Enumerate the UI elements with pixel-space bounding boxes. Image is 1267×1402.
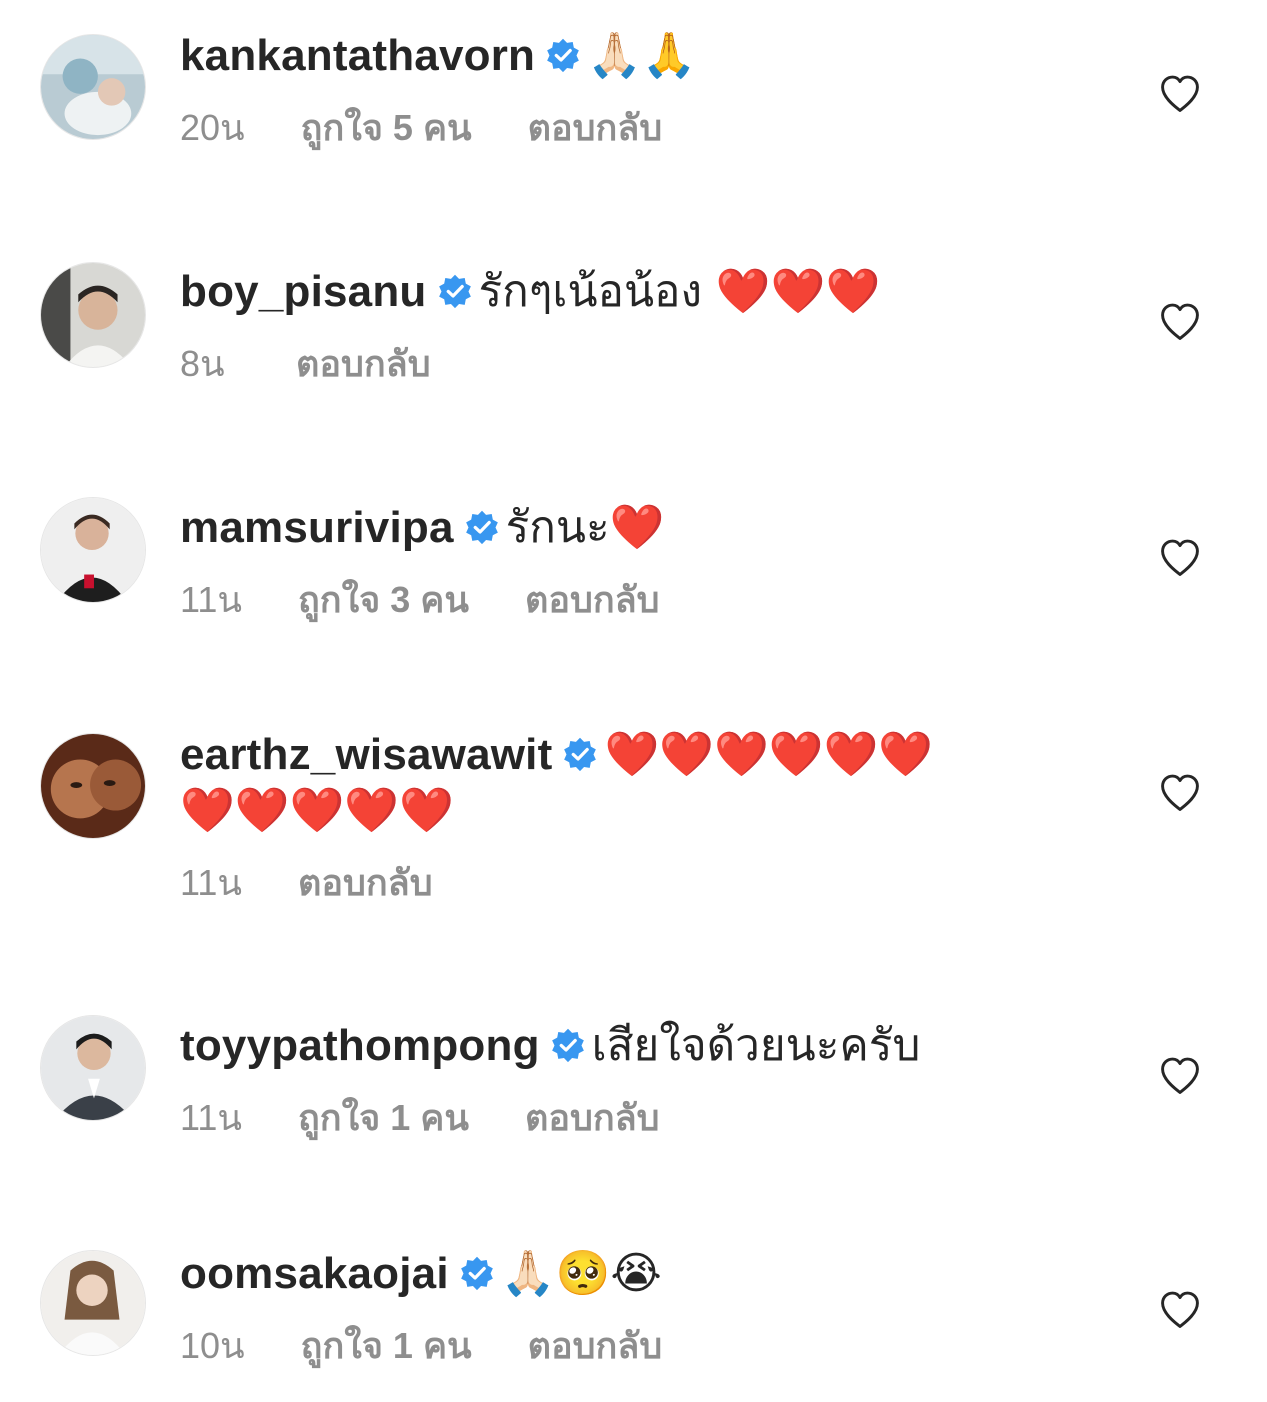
like-heart-icon[interactable] [1158, 771, 1202, 815]
like-heart-icon[interactable] [1158, 300, 1202, 344]
avatar[interactable] [40, 733, 146, 839]
comment-text: รักๆเน้อน้อง ❤️❤️❤️ [478, 266, 881, 317]
username[interactable]: toyypathompong [180, 1021, 540, 1070]
username[interactable]: earthz_wisawawit [180, 730, 552, 779]
reply-button[interactable]: ตอบกลับ [528, 1322, 663, 1370]
comment-time: 11น [180, 1097, 242, 1138]
comment-text: 🙏🏻🥺😭 [500, 1248, 662, 1299]
likes-count-link[interactable]: ถูกใจ 1 คน [298, 1094, 469, 1142]
username[interactable]: boy_pisanu [180, 267, 427, 316]
comment-text-continued: ❤️❤️❤️❤️❤️ [180, 785, 454, 836]
verified-badge-icon [437, 273, 473, 309]
reply-button[interactable]: ตอบกลับ [525, 576, 660, 624]
username[interactable]: kankantathavorn [180, 31, 535, 80]
verified-badge-icon [562, 736, 598, 772]
likes-count-link[interactable]: ถูกใจ 1 คน [301, 1322, 472, 1370]
avatar[interactable] [40, 497, 146, 603]
likes-count-link[interactable]: ถูกใจ 3 คน [298, 576, 469, 624]
comment-time: 20น [180, 107, 245, 148]
like-heart-icon[interactable] [1158, 1288, 1202, 1332]
likes-count-link[interactable]: ถูกใจ 5 คน [301, 104, 472, 152]
username[interactable]: oomsakaojai [180, 1249, 449, 1298]
reply-button[interactable]: ตอบกลับ [298, 859, 433, 907]
verified-badge-icon [550, 1027, 586, 1063]
username[interactable]: mamsurivipa [180, 503, 454, 552]
reply-button[interactable]: ตอบกลับ [296, 340, 431, 388]
comment-text: ❤️❤️❤️❤️❤️❤️ [604, 729, 934, 780]
avatar[interactable] [40, 34, 146, 140]
like-heart-icon[interactable] [1158, 1054, 1202, 1098]
comment-text: รักนะ❤️ [505, 502, 665, 553]
like-heart-icon[interactable] [1158, 72, 1202, 116]
comment-time: 8น [180, 343, 225, 384]
avatar[interactable] [40, 1015, 146, 1121]
verified-badge-icon [545, 37, 581, 73]
comment-text: 🙏🏻🙏 [587, 30, 697, 81]
verified-badge-icon [459, 1255, 495, 1291]
avatar[interactable] [40, 1250, 146, 1356]
reply-button[interactable]: ตอบกลับ [528, 104, 663, 152]
comment-time: 10น [180, 1325, 245, 1366]
comment-text: เสียใจด้วยนะครับ [591, 1021, 921, 1070]
comment-time: 11น [180, 862, 242, 903]
verified-badge-icon [464, 509, 500, 545]
avatar[interactable] [40, 262, 146, 368]
reply-button[interactable]: ตอบกลับ [525, 1094, 660, 1142]
comment-time: 11น [180, 579, 242, 620]
like-heart-icon[interactable] [1158, 536, 1202, 580]
